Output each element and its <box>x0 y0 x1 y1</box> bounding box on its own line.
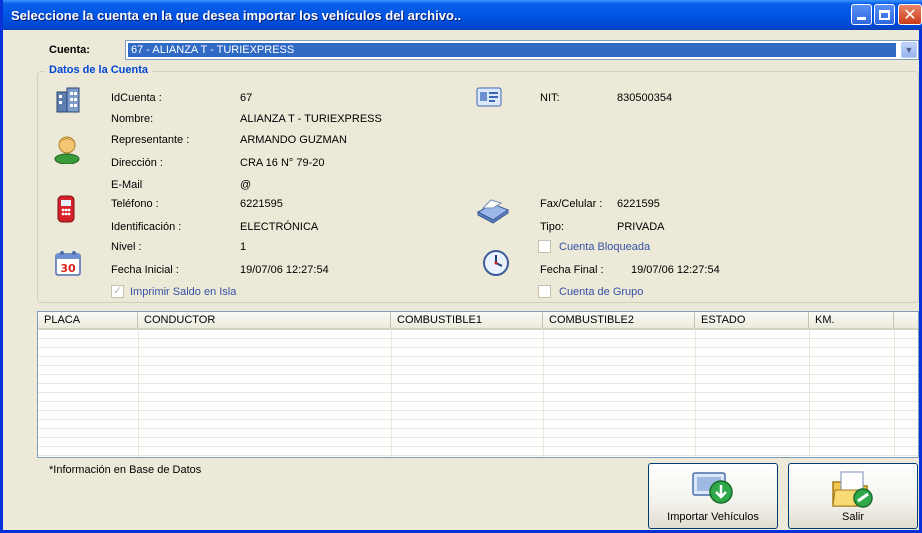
clock-icon <box>483 250 509 276</box>
table-row[interactable] <box>38 384 918 393</box>
table-row[interactable] <box>38 348 918 357</box>
cuenta-bloqueada-label: Cuenta Bloqueada <box>559 241 651 253</box>
fecha-final-value: 19/07/06 12:27:54 <box>631 264 720 276</box>
import-icon <box>692 472 733 504</box>
minimize-icon <box>857 17 866 20</box>
cuenta-grupo-checkbox[interactable] <box>538 285 551 298</box>
fecha-inicial-value: 19/07/06 12:27:54 <box>240 264 329 276</box>
id-card-icon <box>476 87 502 107</box>
nombre-value: ALIANZA T - TURIEXPRESS <box>240 113 382 125</box>
nit-label: NIT: <box>540 92 560 104</box>
imprimir-saldo-checkbox[interactable] <box>111 284 124 298</box>
grid-header: PLACA CONDUCTOR COMBUSTIBLE1 COMBUSTIBLE… <box>38 312 918 330</box>
cuenta-label: Cuenta: <box>49 44 90 56</box>
table-row[interactable] <box>38 411 918 420</box>
column-header-km[interactable]: KM. <box>809 312 894 328</box>
table-row[interactable] <box>38 420 918 429</box>
cuenta-grupo-label: Cuenta de Grupo <box>559 286 644 298</box>
maximize-icon <box>879 9 890 20</box>
column-header-combustible2[interactable]: COMBUSTIBLE2 <box>543 312 695 328</box>
imprimir-saldo-label: Imprimir Saldo en Isla <box>130 286 237 298</box>
fecha-final-label: Fecha Final : <box>540 264 604 276</box>
fax-icon <box>476 199 510 224</box>
table-row[interactable] <box>38 429 918 438</box>
column-header-conductor[interactable]: CONDUCTOR <box>138 312 391 328</box>
minimize-button[interactable] <box>851 4 872 25</box>
table-row[interactable] <box>38 366 918 375</box>
building-icon <box>56 87 80 113</box>
chevron-down-icon[interactable]: ▼ <box>901 42 917 58</box>
idcuenta-value: 67 <box>240 92 253 104</box>
nivel-label: Nivel : <box>111 241 142 253</box>
fecha-inicial-label: Fecha Inicial : <box>111 264 179 276</box>
cuenta-bloqueada-checkbox[interactable] <box>538 240 551 253</box>
email-value: @ <box>240 179 252 191</box>
vehicles-grid[interactable]: PLACA CONDUCTOR COMBUSTIBLE1 COMBUSTIBLE… <box>37 311 919 458</box>
tipo-label: Tipo: <box>540 221 565 233</box>
column-header-placa[interactable]: PLACA <box>38 312 138 328</box>
table-row[interactable] <box>38 438 918 447</box>
calendar-icon: 30 <box>55 251 81 276</box>
telefono-label: Teléfono : <box>111 198 159 210</box>
title-bar[interactable]: Seleccione la cuenta en la que desea imp… <box>3 0 922 30</box>
import-window: Seleccione la cuenta en la que desea imp… <box>0 0 922 533</box>
close-button[interactable]: ✕ <box>898 4 922 25</box>
column-header-estado[interactable]: ESTADO <box>695 312 809 328</box>
window-title: Seleccione la cuenta en la que desea imp… <box>11 8 462 23</box>
nit-value: 830500354 <box>617 92 673 104</box>
importar-vehiculos-button[interactable]: Importar Vehículos <box>648 463 778 529</box>
table-row[interactable] <box>38 375 918 384</box>
user-icon <box>54 136 80 164</box>
table-row[interactable] <box>38 393 918 402</box>
tipo-value: PRIVADA <box>617 221 665 233</box>
direccion-label: Dirección : <box>111 157 163 169</box>
table-row[interactable] <box>38 330 918 339</box>
representante-label: Representante : <box>111 134 190 146</box>
representante-value: ARMANDO GUZMAN <box>240 134 347 146</box>
salir-button[interactable]: Salir <box>788 463 918 529</box>
direccion-value: CRA 16 N° 79-20 <box>240 157 325 169</box>
maximize-button[interactable] <box>874 4 895 25</box>
close-icon: ✕ <box>903 4 917 24</box>
table-row[interactable] <box>38 447 918 456</box>
nombre-label: Nombre: <box>111 113 154 125</box>
cuenta-dropdown[interactable]: 67 - ALIANZA T - TURIEXPRESS ▼ <box>125 40 919 60</box>
column-header-combustible1[interactable]: COMBUSTIBLE1 <box>391 312 543 328</box>
fax-label: Fax/Celular : <box>540 198 603 210</box>
table-row[interactable] <box>38 402 918 411</box>
exit-icon <box>832 471 873 508</box>
telefono-value: 6221595 <box>240 198 283 210</box>
info-note: *Información en Base de Datos <box>49 464 202 476</box>
table-row[interactable] <box>38 357 918 366</box>
email-label: E-Mail <box>111 179 143 191</box>
identificacion-label: Identificación : <box>111 221 182 233</box>
svg-text:30: 30 <box>60 262 76 275</box>
phone-icon <box>57 195 75 223</box>
salir-label: Salir <box>841 511 864 523</box>
table-row[interactable] <box>38 339 918 348</box>
importar-vehiculos-label: Importar Vehículos <box>667 511 759 523</box>
cuenta-selected-value: 67 - ALIANZA T - TURIEXPRESS <box>128 43 896 57</box>
idcuenta-label: IdCuenta : <box>111 92 162 104</box>
datos-cuenta-title: Datos de la Cuenta <box>45 64 153 76</box>
nivel-value: 1 <box>240 241 247 253</box>
identificacion-value: ELECTRÓNICA <box>240 221 319 233</box>
fax-value: 6221595 <box>617 198 660 210</box>
